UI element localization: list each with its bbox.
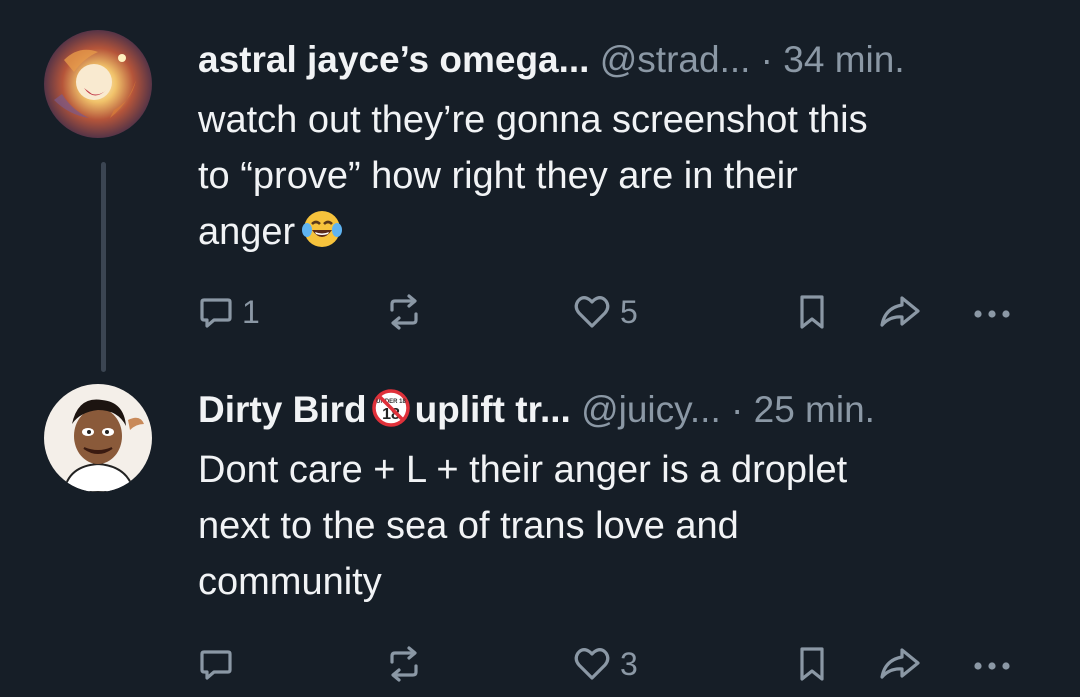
post-text-line: watch out they’re gonna screenshot this <box>198 99 868 141</box>
cosmic-painting-avatar-icon <box>44 30 152 138</box>
ellipsis-icon <box>974 310 1010 318</box>
more-options-button[interactable] <box>970 290 1018 334</box>
post-text-line: next to the sea of trans love and <box>198 505 739 547</box>
bookmark-icon <box>800 647 824 681</box>
handle[interactable]: @juicy... <box>581 389 721 430</box>
repost-arrows-icon <box>390 294 418 330</box>
reply-count: 1 <box>242 293 260 330</box>
post-actions: 1 5 <box>198 290 1038 334</box>
heart-icon <box>574 296 610 328</box>
avatar[interactable] <box>44 30 152 138</box>
handle[interactable]: @strad... <box>600 39 751 80</box>
speech-bubble-icon <box>200 650 232 680</box>
thread-connector-line <box>101 162 106 372</box>
like-count: 5 <box>620 293 638 330</box>
under-18-badge-icon: UNDER 18 18 <box>371 389 410 427</box>
ellipsis-icon <box>974 662 1010 670</box>
post-text-word: anger <box>198 211 296 253</box>
post-text: watch out they’re gonna screenshot this … <box>198 92 1038 260</box>
repost-arrows-icon <box>390 646 418 682</box>
post-header: astral jayce’s omega... @strad... · 34 m… <box>198 38 905 82</box>
display-name[interactable]: Dirty Bird <box>198 389 367 430</box>
bookmark-button[interactable] <box>794 290 830 334</box>
timestamp[interactable]: · 25 min. <box>721 389 875 430</box>
face-with-tears-of-joy-icon <box>302 211 343 247</box>
thread-feed: astral jayce’s omega... @strad... · 34 m… <box>0 0 1080 697</box>
share-button[interactable] <box>878 642 922 686</box>
post-actions: 3 <box>198 642 1038 686</box>
reply-button[interactable]: 1 <box>198 290 260 334</box>
post-text-line: to “prove” how right they are in their <box>198 155 798 197</box>
share-button[interactable] <box>878 290 922 334</box>
avatar[interactable] <box>44 384 152 492</box>
more-options-button[interactable] <box>970 642 1018 686</box>
cartoon-man-avatar-icon <box>44 384 152 492</box>
post[interactable]: Dirty Bird UNDER 18 18 uplift tr... @jui… <box>0 350 1080 697</box>
post[interactable]: astral jayce’s omega... @strad... · 34 m… <box>0 0 1080 372</box>
bookmark-icon <box>800 295 824 329</box>
post-text-line: Dont care + L + their anger is a droplet <box>198 449 848 491</box>
timestamp[interactable]: · 34 min. <box>750 39 905 80</box>
post-text: Dont care + L + their anger is a droplet… <box>198 442 1038 610</box>
like-button[interactable]: 3 <box>572 642 638 686</box>
display-name[interactable]: astral jayce’s omega... <box>198 39 589 80</box>
post-header: Dirty Bird UNDER 18 18 uplift tr... @jui… <box>198 388 875 432</box>
share-arrow-icon <box>880 648 920 679</box>
reply-button[interactable] <box>198 642 242 686</box>
display-name-suffix[interactable]: uplift tr... <box>415 389 571 430</box>
repost-button[interactable] <box>384 642 424 686</box>
heart-icon <box>574 648 610 680</box>
like-button[interactable]: 5 <box>572 290 638 334</box>
speech-bubble-icon <box>200 298 232 328</box>
bookmark-button[interactable] <box>794 642 830 686</box>
post-text-line: community <box>198 561 382 603</box>
repost-button[interactable] <box>384 290 424 334</box>
share-arrow-icon <box>880 296 920 327</box>
post-text-line: anger <box>198 204 1038 260</box>
like-count: 3 <box>620 645 638 682</box>
